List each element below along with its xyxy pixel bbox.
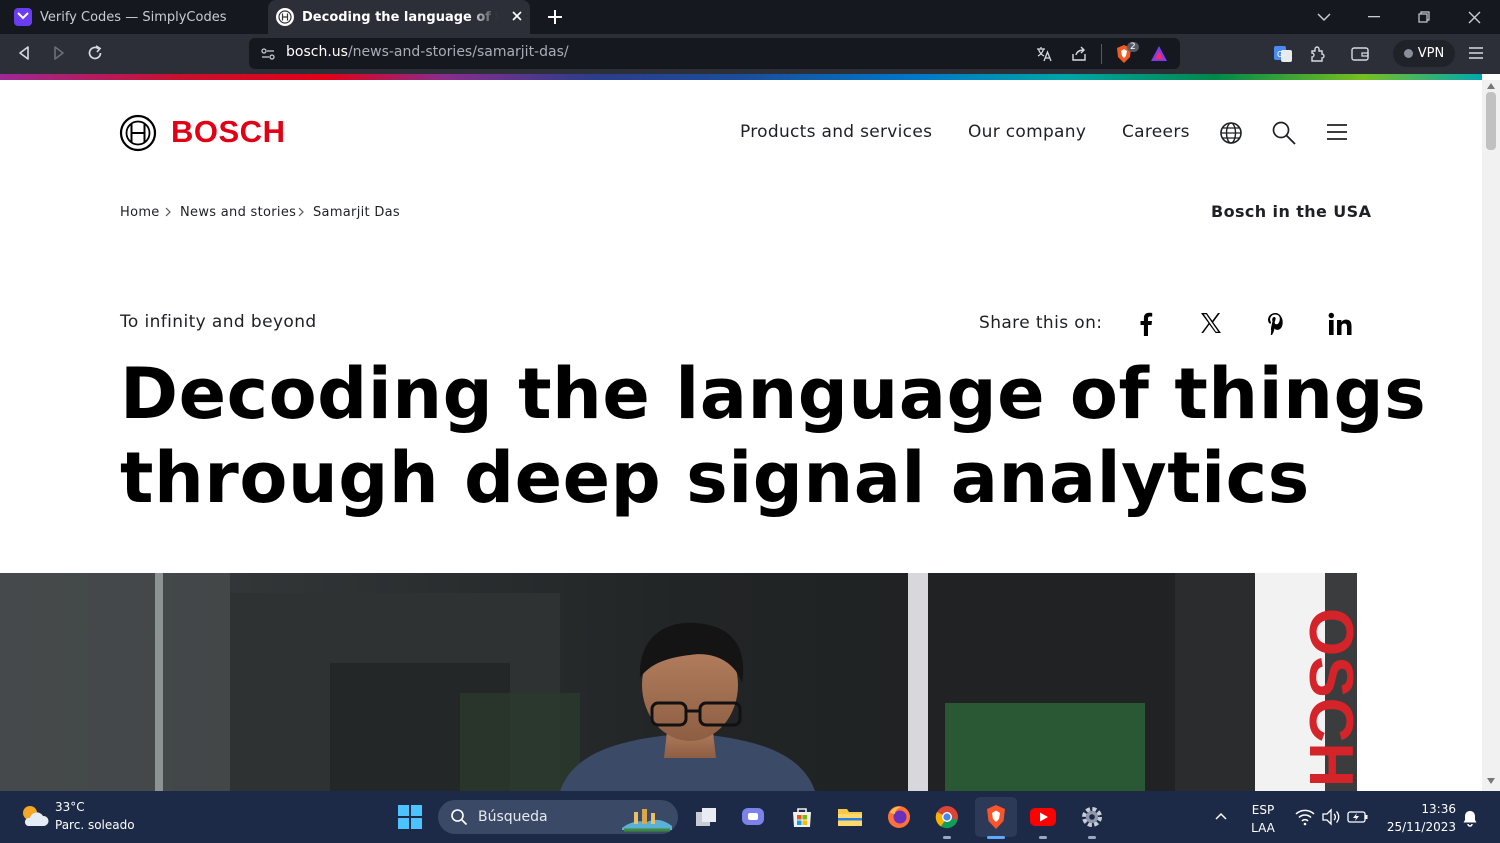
url-text: bosch.us/news-and-stories/samarjit-das/ [286, 44, 569, 60]
breadcrumb-home[interactable]: Home [120, 205, 160, 220]
scrollbar-thumb[interactable] [1486, 92, 1496, 150]
minimize-icon[interactable] [1350, 0, 1398, 34]
brand-wordmark[interactable]: BOSCH [171, 114, 285, 150]
svg-text:G: G [1277, 50, 1283, 59]
page-scrollbar[interactable] [1482, 80, 1500, 791]
forward-icon[interactable] [50, 44, 68, 62]
settings-running-indicator [1088, 836, 1096, 839]
extensions-icon[interactable] [1308, 44, 1328, 64]
weather-partly-sunny-icon[interactable] [18, 802, 50, 830]
wifi-icon[interactable] [1295, 808, 1315, 826]
nav-products-and-services[interactable]: Products and services [740, 122, 932, 142]
breadcrumb-current: Samarjit Das [313, 205, 400, 220]
vpn-status-icon [1403, 49, 1413, 58]
site-settings-icon[interactable] [260, 46, 276, 62]
battery-charging-icon[interactable] [1347, 809, 1369, 825]
brave-running-indicator [987, 836, 1005, 839]
tray-overflow-chevron-icon[interactable] [1214, 811, 1228, 821]
simplycodes-favicon-icon [14, 8, 32, 26]
toolbar-divider [1101, 44, 1102, 64]
url-path: /news-and-stories/samarjit-das/ [347, 44, 569, 60]
youtube-running-indicator [1039, 836, 1047, 839]
close-tab-icon[interactable] [510, 9, 524, 23]
restore-icon[interactable] [1400, 0, 1448, 34]
shields-badge: 2 [1127, 42, 1139, 52]
chrome-running-indicator [943, 836, 951, 839]
tab-list-icon[interactable] [1300, 0, 1348, 34]
search-highlight-illustration-icon [620, 804, 674, 832]
settings-gear-icon[interactable] [1076, 801, 1108, 833]
pinterest-icon[interactable] [1265, 311, 1285, 337]
brave-browser-icon[interactable] [975, 797, 1017, 837]
weather-condition[interactable]: Parc. soleado [55, 818, 135, 832]
microsoft-store-icon[interactable] [786, 801, 818, 833]
nav-careers[interactable]: Careers [1122, 122, 1190, 142]
bosch-favicon-icon [276, 8, 294, 26]
google-translate-ext-icon[interactable]: G [1272, 43, 1294, 65]
reload-icon[interactable] [86, 44, 104, 62]
tab-decoding-language[interactable]: Decoding the language of things [268, 0, 530, 34]
facebook-icon[interactable] [1136, 311, 1156, 337]
hero-image: OSCH [0, 573, 1357, 791]
clock-time[interactable]: 13:36 [1382, 802, 1456, 816]
weather-temperature[interactable]: 33°C [55, 800, 85, 814]
share-label: Share this on: [979, 313, 1103, 333]
youtube-icon[interactable] [1027, 801, 1059, 833]
new-tab-icon[interactable] [546, 8, 564, 26]
input-language[interactable]: ESP [1249, 803, 1277, 817]
volume-icon[interactable] [1321, 808, 1341, 826]
tab-verify-codes[interactable]: Verify Codes — SimplyCodes [0, 0, 266, 34]
country-selector[interactable]: Bosch in the USA [1211, 202, 1371, 221]
headline-line-1: Decoding the language of things [120, 353, 1427, 435]
back-icon[interactable] [15, 44, 33, 62]
clock-date[interactable]: 25/11/2023 [1382, 820, 1456, 834]
task-view-icon[interactable] [690, 801, 722, 833]
site-menu-icon[interactable] [1325, 122, 1349, 142]
tab-title: Decoding the language of things [302, 9, 498, 25]
close-window-icon[interactable] [1450, 0, 1498, 34]
article-kicker: To infinity and beyond [120, 312, 317, 332]
scroll-up-icon[interactable] [1487, 83, 1495, 89]
tab-title: Verify Codes — SimplyCodes [40, 9, 227, 25]
windows-start-icon[interactable] [397, 804, 423, 830]
taskbar-search-placeholder: Búsqueda [478, 809, 548, 825]
browser-menu-icon[interactable] [1467, 45, 1485, 61]
chevron-right-icon [163, 207, 173, 217]
firefox-icon[interactable] [883, 801, 915, 833]
article-headline: Decoding the language of things through … [120, 352, 1427, 520]
nav-our-company[interactable]: Our company [968, 122, 1086, 142]
vpn-button[interactable]: VPN [1393, 40, 1455, 67]
chrome-icon[interactable] [931, 801, 963, 833]
hero-sign-text: OSCH [1296, 608, 1357, 787]
share-page-icon[interactable] [1070, 45, 1088, 63]
headline-line-2: through deep signal analytics [120, 437, 1310, 519]
notifications-bell-icon[interactable] [1462, 809, 1478, 827]
teams-chat-icon[interactable] [737, 801, 769, 833]
file-explorer-icon[interactable] [834, 801, 866, 833]
x-twitter-icon[interactable] [1199, 311, 1223, 335]
breadcrumb-news-and-stories[interactable]: News and stories [180, 205, 296, 220]
url-host: bosch.us [286, 44, 348, 60]
language-globe-icon[interactable] [1219, 121, 1243, 145]
bosch-logo-icon[interactable] [119, 114, 157, 152]
vpn-label: VPN [1417, 46, 1445, 61]
linkedin-icon[interactable] [1328, 312, 1354, 336]
chevron-right-icon [296, 207, 306, 217]
scroll-down-icon[interactable] [1487, 778, 1495, 784]
wallet-icon[interactable] [1350, 44, 1370, 64]
keyboard-layout[interactable]: LAA [1249, 821, 1277, 835]
site-search-icon[interactable] [1271, 120, 1297, 146]
taskbar-search-icon [450, 808, 468, 826]
brave-rewards-icon[interactable] [1149, 44, 1169, 64]
translate-icon[interactable] [1035, 45, 1053, 63]
